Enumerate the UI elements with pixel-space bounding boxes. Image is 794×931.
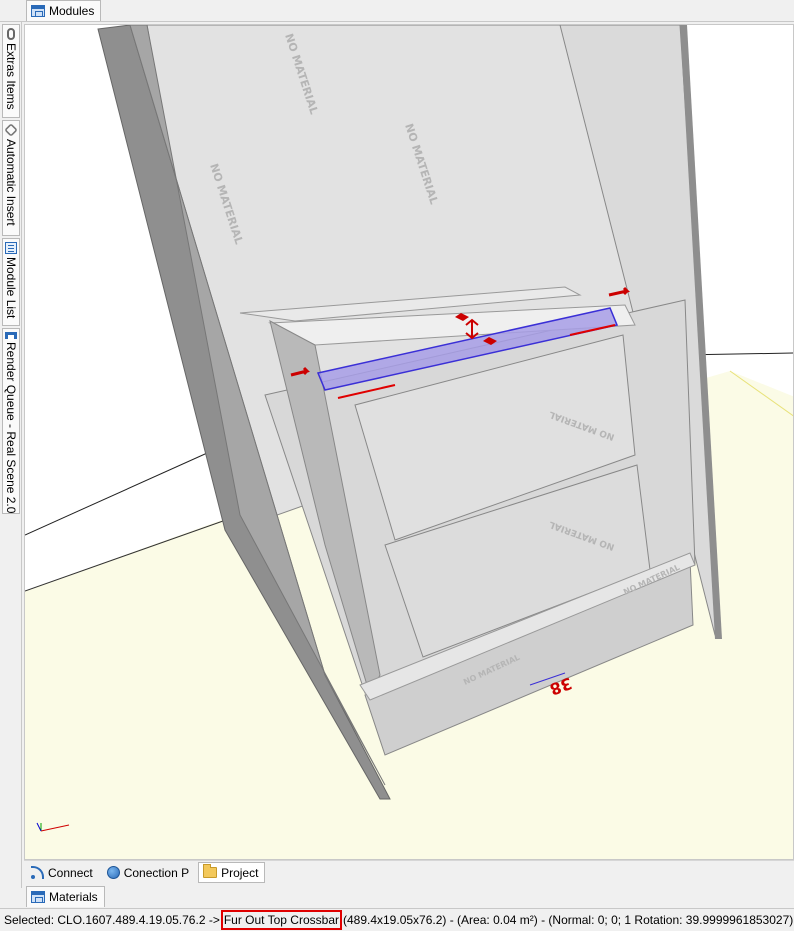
window-icon — [31, 5, 45, 17]
chain-icon — [4, 123, 18, 137]
side-tab-automatic-insert[interactable]: Automatic Insert — [2, 120, 20, 236]
tab-modules-label: Modules — [49, 4, 95, 18]
scene-svg: NO MATERIAL NO MATERIAL NO MATERIAL NO M… — [25, 25, 793, 859]
top-tab-bar: Modules — [0, 0, 794, 22]
tab-connect-label: Connect — [48, 865, 93, 880]
side-tab-label: Module List — [4, 257, 18, 319]
status-bar: Selected: CLO.1607.489.4.19.05.76.2 -> F… — [0, 908, 794, 931]
tab-connect[interactable]: Connect — [26, 862, 100, 883]
window-icon — [31, 891, 45, 903]
3d-viewport[interactable]: NO MATERIAL NO MATERIAL NO MATERIAL NO M… — [24, 24, 794, 860]
rss-icon — [31, 866, 44, 879]
folder-icon — [203, 864, 218, 878]
render-icon — [5, 332, 17, 341]
status-selected-name: Fur Out Top Crossbar — [220, 910, 342, 930]
side-tab-label: Automatic Insert — [4, 139, 18, 226]
status-prefix: Selected: CLO.1607.489.4.19.05.76.2 -> — [4, 913, 220, 927]
materials-tab-bar: Materials — [24, 886, 794, 908]
floor-grid-line — [25, 444, 226, 536]
tab-modules[interactable]: Modules — [26, 0, 102, 21]
side-tab-render-queue[interactable]: Render Queue - Real Scene 2.0 — [2, 328, 20, 514]
bottom-tab-bar: Connect Conection P Project — [24, 860, 794, 884]
side-tab-module-list[interactable]: Module List — [2, 238, 20, 326]
tab-materials[interactable]: Materials — [26, 886, 105, 907]
tab-conection-p[interactable]: Conection P — [102, 862, 196, 883]
paperclip-icon — [7, 28, 15, 40]
side-tab-bar: Extras Items Automatic Insert Module Lis… — [0, 22, 22, 888]
globe-icon — [106, 866, 120, 879]
tab-materials-label: Materials — [49, 890, 98, 904]
app-window: Modules Extras Items Automatic Insert Mo… — [0, 0, 794, 931]
tab-project-label: Project — [221, 865, 259, 880]
side-tab-extras-items[interactable]: Extras Items — [2, 24, 20, 118]
side-tab-label: Extras Items — [4, 43, 18, 110]
side-tab-label: Render Queue - Real Scene 2.0 — [4, 341, 18, 513]
tab-project[interactable]: Project — [198, 862, 266, 883]
tab-conection-p-label: Conection P — [123, 865, 190, 880]
status-suffix: (489.4x19.05x76.2) - (Area: 0.04 m²) - (… — [342, 913, 794, 927]
list-icon — [5, 242, 17, 254]
